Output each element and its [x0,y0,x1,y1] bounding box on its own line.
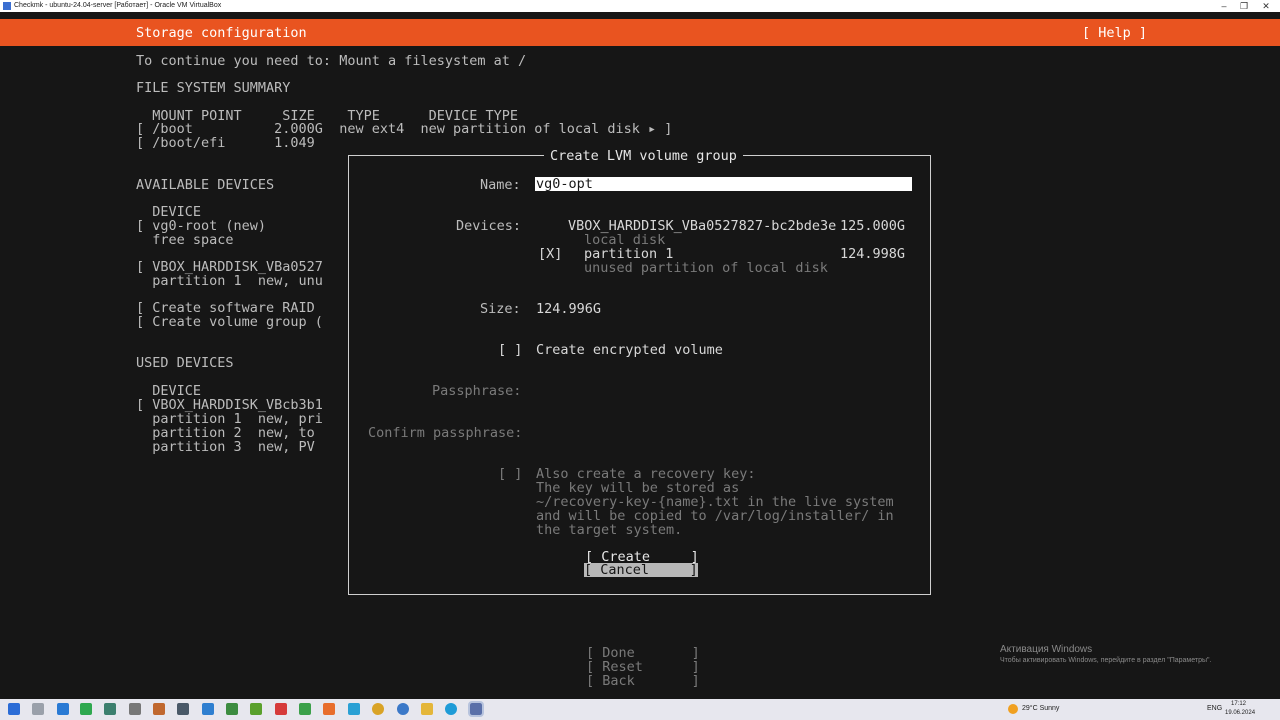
recovery-line-1: Also create a recovery key: [536,466,756,482]
size-label: Size: [480,301,521,317]
disk-description: local disk [584,232,666,248]
available-disk[interactable]: [ VBOX_HARDDISK_VBa0527 [136,260,323,274]
weather-text[interactable]: 29°C Sunny [1022,705,1059,712]
available-devices-title: AVAILABLE DEVICES [136,177,275,193]
disk-name: VBOX_HARDDISK_VBa0527827-bc2bde3e [568,218,837,234]
partition-size: 124.998G [840,246,906,262]
used-disk[interactable]: [ VBOX_HARDDISK_VBcb3b1 [136,398,323,412]
recovery-line-4: and will be copied to /var/log/installer… [536,508,894,524]
done-button[interactable]: [ Done ] [586,646,700,660]
cancel-button[interactable]: [ Cancel ] [584,563,698,577]
available-header: DEVICE [136,204,202,220]
chrome-icon[interactable] [372,703,384,715]
recovery-checkbox[interactable]: [ ] [498,467,522,481]
app-icon-red[interactable] [275,703,287,715]
confirm-passphrase-label: Confirm passphrase: [368,425,523,441]
create-volume-group-button[interactable]: [ Create volume group ( [136,315,323,329]
edge-icon[interactable] [445,703,457,715]
firefox-icon[interactable] [323,703,335,715]
partition-checkbox[interactable]: [X] [538,247,562,261]
virtualbox-icon [3,2,11,10]
vscode-icon[interactable] [202,703,214,715]
partition-name: partition 1 [584,246,674,262]
clock-date[interactable]: 19.06.2024 [1225,710,1255,716]
app-icon-slate[interactable] [177,703,189,715]
name-input[interactable]: vg0-opt [535,177,912,191]
language-indicator[interactable]: ENG [1207,705,1222,712]
recovery-line-5: the target system. [536,522,683,538]
activation-subtitle: Чтобы активировать Windows, перейдите в … [1000,657,1212,664]
windows-activation-watermark: Активация Windows Чтобы активировать Win… [1000,644,1211,664]
fs-row-boot[interactable]: [ /boot 2.000G new ext4 new partition of… [136,122,672,136]
reset-button[interactable]: [ Reset ] [586,660,700,674]
search-icon[interactable] [32,703,44,715]
create-raid-button[interactable]: [ Create software RAID [136,301,315,315]
used-partition-3[interactable]: partition 3 new, PV [136,440,315,454]
partition-description: unused partition of local disk [584,260,828,276]
installer-header: Storage configuration [ Help ] [0,19,1280,46]
app-icon-gray[interactable] [129,703,141,715]
window-title: Checkmk - ubuntu-24.04-server [Работает]… [14,2,222,9]
name-input-value: vg0-opt [536,176,593,192]
clock-time[interactable]: 17:12 [1231,701,1246,707]
virtualbox-taskbar-icon[interactable] [468,701,484,717]
used-devices-title: USED DEVICES [136,355,234,371]
taskbar: 29°C Sunny ENG 17:12 19.06.2024 [0,699,1280,720]
activation-title: Активация Windows [1000,644,1093,655]
pen-icon[interactable] [57,703,69,715]
close-button[interactable]: ✕ [1256,0,1276,12]
recovery-line-3: ~/recovery-key-{name}.txt in the live sy… [536,494,894,510]
sun-icon [1008,704,1018,714]
host-window-titlebar: Checkmk - ubuntu-24.04-server [Работает]… [0,0,1280,12]
encrypt-label: Create encrypted volume [536,342,723,358]
maximize-button[interactable]: ❐ [1234,0,1254,12]
folder-icon[interactable] [421,703,433,715]
minimize-button[interactable]: – [1214,0,1234,12]
page-title: Storage configuration [136,25,307,41]
used-partition-2[interactable]: partition 2 new, to [136,426,315,440]
recovery-line-2: The key will be stored as [536,480,740,496]
size-value: 124.996G [536,301,602,317]
name-label: Name: [480,177,521,193]
disk-size: 125.000G [840,218,906,234]
fs-summary-title: FILE SYSTEM SUMMARY [136,80,291,96]
used-header: DEVICE [136,383,202,399]
app-icon-lime[interactable] [250,703,262,715]
app-icon-sheet[interactable] [299,703,311,715]
encrypt-checkbox[interactable]: [ ] [498,343,522,357]
available-free-space: free space [136,232,234,248]
available-vg0-root[interactable]: [ vg0-root (new) [136,219,266,233]
instruction-text: To continue you need to: Mount a filesys… [136,53,527,69]
available-partition-1[interactable]: partition 1 new, unu [136,274,323,288]
app-icon-teal[interactable] [104,703,116,715]
start-icon[interactable] [8,703,20,715]
app-icon-green[interactable] [80,703,92,715]
devices-label: Devices: [456,218,522,234]
app-icon-blue[interactable] [348,703,360,715]
fs-row-boot-efi[interactable]: [ /boot/efi 1.049 [136,136,315,150]
used-partition-1[interactable]: partition 1 new, pri [136,412,323,426]
dialog-title: Create LVM volume group [544,149,743,163]
passphrase-label: Passphrase: [432,383,522,399]
app-icon-leaf[interactable] [226,703,238,715]
browser-icon[interactable] [397,703,409,715]
help-button[interactable]: [ Help ] [1082,26,1147,40]
back-button[interactable]: [ Back ] [586,674,700,688]
app-icon-orange[interactable] [153,703,165,715]
